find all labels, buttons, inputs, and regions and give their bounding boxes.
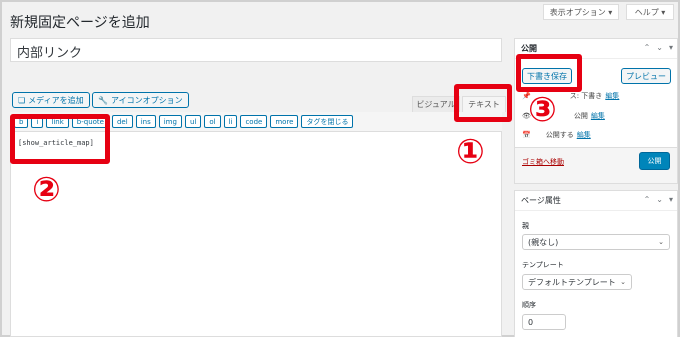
chevron-down-icon: ⌄ [620,278,626,286]
visibility-edit-link[interactable]: 編集 [591,111,605,121]
calendar-icon: 📅 [522,131,531,139]
parent-select[interactable]: (親なし) ⌄ [522,234,670,250]
chevron-down-icon: ⌄ [658,238,664,246]
qt-ul[interactable]: ul [184,115,202,128]
parent-select-value: (親なし) [528,237,559,247]
annotation-number-two: ② [32,170,61,210]
chevron-up-icon[interactable]: ⌃ [644,43,651,52]
parent-label: 親 [522,222,529,230]
triangle-down-icon[interactable]: ▾ [669,43,673,52]
icon-options-label: アイコンオプション [110,95,183,105]
publish-button[interactable]: 公開 [639,152,670,170]
qt-more[interactable]: more [270,115,299,128]
add-media-label: メディアを追加 [28,95,84,105]
qt-del[interactable]: del [111,115,133,128]
wrench-icon: 🔧 [98,95,108,105]
annotation-number-one: ① [456,132,485,172]
preview-button[interactable]: プレビュー [621,68,671,84]
panel-controls[interactable]: ⌃ ⌄ ▾ [644,43,673,52]
visibility-label: 公開 [573,112,588,120]
status-edit-link[interactable]: 編集 [605,91,619,101]
media-icon: ❏ [18,95,26,105]
template-label: テンプレート [522,261,564,269]
add-media-button[interactable]: ❏ メディアを追加 [12,92,90,108]
order-label: 順序 [522,301,536,309]
chevron-down-icon[interactable]: ⌄ [656,43,663,52]
qt-ol[interactable]: ol [204,115,221,128]
qt-img[interactable]: img [158,115,182,128]
schedule-label: 公開する [545,131,574,139]
triangle-down-icon[interactable]: ▾ [669,195,673,204]
schedule-row: 📅 公開する 編集 [522,130,591,140]
chevron-down-icon[interactable]: ⌄ [656,195,663,204]
annotation-box-save-draft [516,54,582,92]
template-select[interactable]: デフォルトテンプレート ⌄ [522,274,632,290]
screen-options-button[interactable]: 表示オプション ▾ [543,4,619,20]
order-input[interactable]: 0 [522,314,566,330]
annotation-box-text-tab [454,84,512,122]
attributes-panel-controls[interactable]: ⌃ ⌄ ▾ [644,195,673,204]
post-title-input[interactable]: 内部リンク [10,38,502,62]
page-title: 新規固定ページを追加 [10,15,150,31]
trash-link[interactable]: ゴミ箱へ移動 [522,157,564,167]
status-label: ス: 下書き [569,92,603,100]
annotation-box-editor [10,114,110,164]
qt-code[interactable]: code [240,115,268,128]
chevron-up-icon[interactable]: ⌃ [644,195,651,204]
qt-ins[interactable]: ins [135,115,156,128]
help-button[interactable]: ヘルプ ▾ [626,4,674,20]
schedule-edit-link[interactable]: 編集 [577,130,591,140]
annotation-number-three: ③ [528,90,557,130]
icon-options-button[interactable]: 🔧 アイコンオプション [92,92,189,108]
template-select-value: デフォルトテンプレート [528,277,616,287]
qt-close-tags[interactable]: タグを閉じる [301,115,354,128]
tab-visual[interactable]: ビジュアル [412,96,460,112]
qt-li[interactable]: li [223,115,238,128]
